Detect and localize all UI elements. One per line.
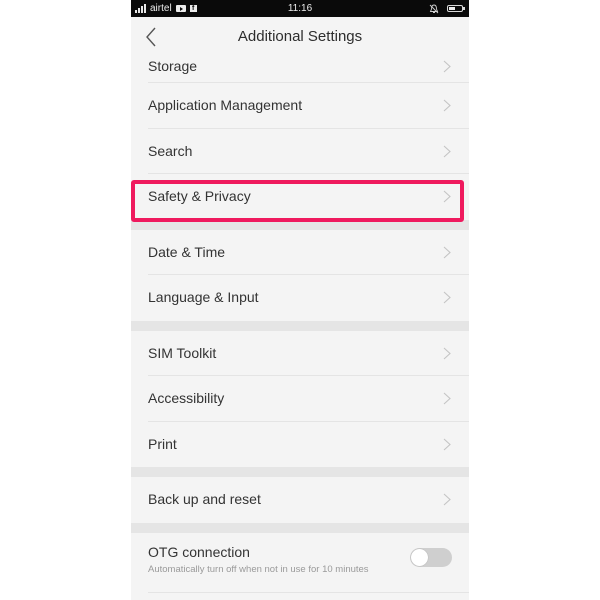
- list-item-label: Language & Input: [148, 289, 259, 305]
- page-title: Additional Settings: [237, 28, 363, 45]
- section-gap: [131, 467, 469, 477]
- section-gap: [131, 320, 469, 331]
- list-item-search[interactable]: Search: [131, 128, 469, 174]
- list-item-accessibility[interactable]: Accessibility: [131, 376, 469, 422]
- app-bar: Additional Settings: [131, 17, 469, 57]
- list-item-label: Application Management: [148, 97, 303, 113]
- section-gap: [131, 219, 469, 230]
- chevron-right-icon: [443, 291, 451, 304]
- list-item-label: SIM Toolkit: [148, 344, 217, 361]
- otg-toggle[interactable]: [410, 547, 452, 567]
- list-item-label: Accessibility: [148, 390, 225, 406]
- chevron-right-icon: [443, 99, 451, 112]
- list-item-print[interactable]: Print: [131, 421, 469, 467]
- list-item-backup-reset[interactable]: Back up and reset: [131, 477, 469, 523]
- battery-icon: [447, 5, 465, 12]
- list-item-language-input[interactable]: Language & Input: [131, 275, 469, 321]
- status-right: [429, 0, 465, 17]
- list-item-label: Safety & Privacy: [148, 188, 251, 204]
- chevron-right-icon: [443, 246, 451, 258]
- chevron-right-icon: [443, 493, 451, 506]
- list-item-label: Back up and reset: [148, 491, 261, 507]
- list-item-label: Date & Time: [148, 243, 226, 260]
- chevron-right-icon: [443, 347, 451, 359]
- list-item-label: Search: [148, 142, 193, 159]
- otg-label: OTG connection: [148, 543, 250, 560]
- mute-icon: [429, 4, 439, 14]
- settings-list: Storage Application Management Search Sa…: [131, 57, 469, 593]
- battery-fill: [449, 7, 456, 10]
- list-item-label: Storage: [148, 58, 198, 74]
- phone-screen: airtel f 11:16 Additional Settings Stora…: [131, 0, 469, 600]
- list-item-label: Print: [148, 435, 177, 452]
- chevron-right-icon: [443, 145, 451, 157]
- section-gap: [131, 522, 469, 533]
- list-item-storage[interactable]: Storage: [131, 57, 469, 83]
- list-item-application-management[interactable]: Application Management: [131, 83, 469, 129]
- chevron-right-icon: [443, 392, 451, 405]
- chevron-right-icon: [443, 438, 451, 450]
- list-item-date-time[interactable]: Date & Time: [131, 229, 469, 275]
- status-bar: airtel f 11:16: [131, 0, 469, 17]
- otg-subtitle: Automatically turn off when not in use f…: [148, 563, 369, 575]
- list-item-sim-toolkit[interactable]: SIM Toolkit: [131, 330, 469, 376]
- list-item-otg-connection: OTG connection Automatically turn off wh…: [131, 532, 469, 593]
- clock: 11:16: [287, 3, 313, 14]
- list-item-safety-privacy[interactable]: Safety & Privacy: [131, 174, 469, 220]
- chevron-right-icon: [443, 60, 451, 73]
- chevron-right-icon: [443, 190, 451, 203]
- toggle-knob: [411, 548, 428, 566]
